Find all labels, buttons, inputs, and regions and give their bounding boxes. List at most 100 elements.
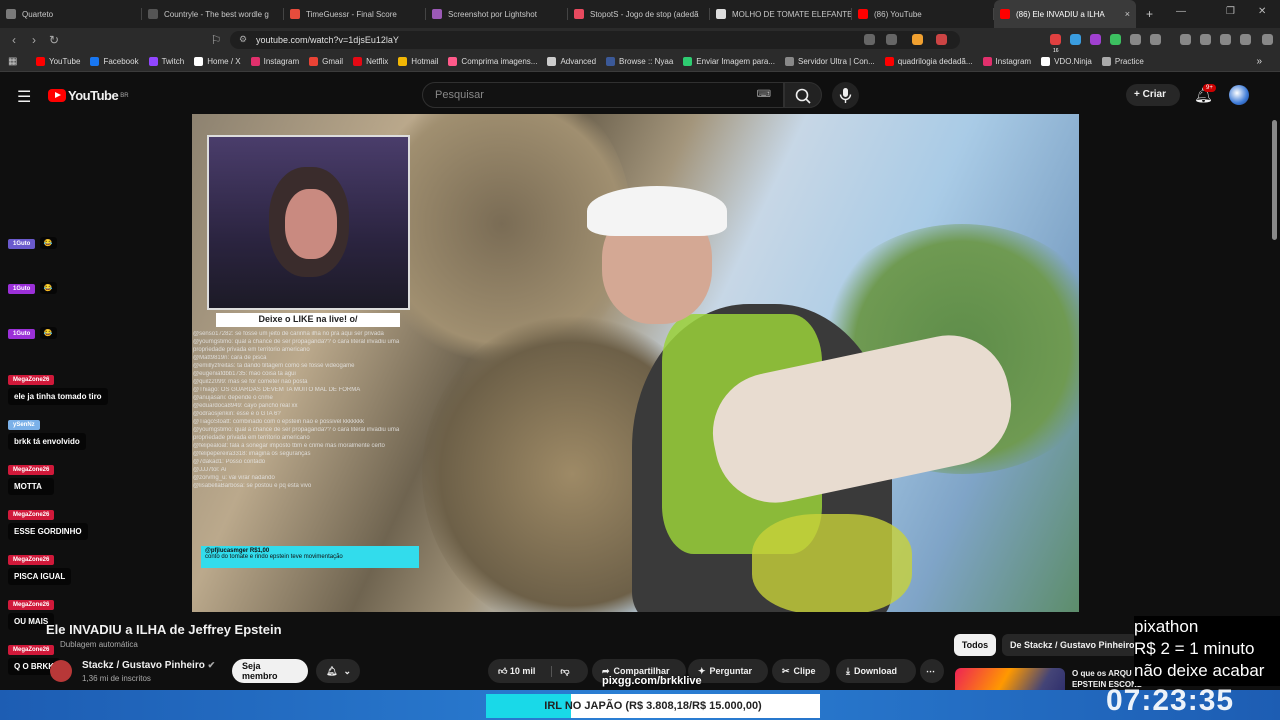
extension-icon[interactable] (1110, 34, 1121, 45)
channel-name[interactable]: Stackz / Gustavo Pinheiro ✔ (82, 660, 215, 671)
bookmark-label: Instagram (263, 57, 300, 66)
bookmark-item[interactable]: Enviar Imagem para... (683, 57, 775, 66)
bookmark-item[interactable]: Browse :: Nyaa (606, 57, 673, 66)
chat-text: ESSE GORDINHO (8, 523, 88, 540)
bookmark-item[interactable]: VDO.Ninja (1041, 57, 1092, 66)
bookmark-item[interactable]: Practice (1101, 57, 1144, 66)
subscription-bell-button[interactable]: 🔔︎ ⌄ (316, 659, 360, 683)
browser-tab[interactable]: StopotS - Jogo de stop (adedã (568, 0, 710, 28)
join-member-button[interactable]: Seja membro (232, 659, 308, 683)
thumbs-up-icon: 👍︎ (498, 665, 510, 676)
bookmark-item[interactable]: Gmail (309, 57, 343, 66)
tab-favicon-icon (148, 9, 158, 19)
bookmark-item[interactable]: Netflix (353, 57, 388, 66)
bookmark-item[interactable]: Hotmail (398, 57, 438, 66)
bookmark-favicon-icon (148, 57, 158, 66)
puzzle-icon[interactable] (1130, 34, 1141, 45)
stream-chat-line: @zorvmg_u: vai virar nadando (193, 475, 275, 481)
tab-favicon-icon (290, 9, 300, 19)
bookmark-favicon-icon (982, 57, 992, 66)
filter-chip-channel[interactable]: De Stackz / Gustavo Pinheiro (1002, 634, 1138, 656)
bookmark-favicon-icon (36, 57, 45, 66)
chat-text: 😂 (39, 327, 57, 339)
browser-tab[interactable]: Screenshot por Lightshot (426, 0, 568, 28)
tab-favicon-icon (6, 9, 16, 19)
back-icon[interactable]: ‹ (4, 33, 24, 47)
bookmark-label: Comprima imagens... (461, 57, 538, 66)
chat-text: brkk tá envolvido (8, 433, 86, 450)
clip-button[interactable]: ✂ Clipe (772, 659, 830, 683)
youtube-logo[interactable]: YouTube BR (48, 88, 129, 103)
stream-chat-line: @senso17282: se fosse um jeito de carinh… (193, 331, 384, 337)
bookmark-item[interactable]: Servidor Ultra | Con... (785, 57, 875, 66)
bookmark-item[interactable]: Twitch (148, 57, 184, 66)
rewards-icon[interactable] (936, 34, 947, 45)
channel-avatar[interactable] (50, 660, 72, 682)
create-button[interactable]: + Criar (1126, 84, 1180, 106)
bookmark-star-icon[interactable]: ⚐ (206, 33, 226, 47)
browser-tab[interactable]: Quarteto (0, 0, 142, 28)
browser-tab[interactable]: Countryle - The best wordle g (142, 0, 284, 28)
extension-icon[interactable] (1090, 34, 1101, 45)
dislike-button[interactable]: 👎︎ (551, 665, 570, 677)
install-app-icon[interactable] (864, 34, 875, 45)
close-window-button[interactable]: ✕ (1258, 6, 1266, 17)
browser-tab[interactable]: (86) Ele INVADIU a ILHA × (994, 0, 1136, 28)
voice-search-button[interactable] (832, 82, 859, 109)
filter-chip-all[interactable]: Todos (954, 634, 996, 656)
hamburger-menu-icon[interactable]: ☰ (17, 87, 31, 107)
bookmark-label: Home / X (207, 57, 241, 66)
bookmark-item[interactable]: Home / X (194, 57, 241, 66)
share-page-icon[interactable] (886, 34, 897, 45)
browser-tab[interactable]: (86) YouTube (852, 0, 994, 28)
search-button[interactable] (784, 82, 822, 108)
search-input[interactable]: Pesquisar ⌨ (422, 82, 784, 108)
keyboard-icon[interactable]: ⌨ (757, 89, 771, 100)
vpn-icon[interactable] (1240, 34, 1251, 45)
tab-title: Screenshot por Lightshot (448, 9, 537, 19)
extension-icon[interactable]: 16 (1050, 34, 1061, 54)
more-actions-button[interactable]: ⋯ (920, 659, 944, 683)
tab-favicon-icon (574, 9, 584, 19)
bookmarks-overflow-icon[interactable]: » (1256, 56, 1262, 67)
close-tab-icon[interactable]: × (1125, 9, 1130, 19)
side-chat-message: 1Guto 😂 (8, 277, 57, 295)
bookmark-label: Enviar Imagem para... (696, 57, 775, 66)
bookmark-item[interactable]: Facebook (90, 57, 139, 66)
maximize-button[interactable]: ❐ (1226, 6, 1235, 17)
site-info-icon[interactable]: ⚙ (239, 34, 247, 45)
extension-icon[interactable] (1070, 34, 1081, 45)
bookmark-item[interactable]: Instagram (250, 57, 300, 66)
reload-icon[interactable]: ↻ (44, 33, 64, 47)
bookmark-item[interactable]: Advanced (547, 57, 596, 66)
bookmark-favicon-icon (309, 57, 319, 66)
stream-chat-overlay: @senso17282: se fosse um jeito de carinh… (193, 330, 423, 610)
page-scrollbar[interactable] (1272, 120, 1277, 240)
brave-shield-icon[interactable] (912, 34, 923, 45)
like-banner: Deixe o LIKE na live! o/ (216, 313, 400, 327)
split-view-icon[interactable] (1200, 34, 1211, 45)
like-button[interactable]: 👍︎ 10 mil (498, 666, 535, 677)
avatar[interactable] (1229, 85, 1249, 105)
bookmark-item[interactable]: YouTube (36, 57, 80, 66)
wallet-icon[interactable] (1220, 34, 1231, 45)
bookmark-item[interactable]: quadrilogia dedadã... (884, 57, 973, 66)
verified-icon: ✔ (207, 660, 216, 670)
url-bar[interactable]: ⚙ youtube.com/watch?v=1djsEu12laY (230, 31, 960, 49)
video-frame-cap (587, 186, 727, 236)
new-tab-button[interactable]: + (1146, 7, 1153, 21)
forward-icon[interactable]: › (24, 33, 44, 47)
apps-grid-icon[interactable]: ▦ (8, 56, 17, 67)
download-icon: ⤓ (846, 665, 850, 676)
chat-username: 1Guto (8, 284, 36, 294)
menu-icon[interactable] (1262, 34, 1273, 45)
sidebar-icon[interactable] (1150, 34, 1161, 45)
media-icon[interactable] (1180, 34, 1191, 45)
bookmark-item[interactable]: Comprima imagens... (448, 57, 537, 66)
browser-tab[interactable]: TimeGuessr - Final Score (284, 0, 426, 28)
download-button[interactable]: ⤓ Download (836, 659, 916, 683)
browser-tab[interactable]: MOLHO DE TOMATE ELEFANTE (710, 0, 852, 28)
minimize-button[interactable]: — (1176, 6, 1186, 17)
chat-username: 1Guto (8, 329, 36, 339)
bookmark-item[interactable]: Instagram (982, 57, 1031, 66)
